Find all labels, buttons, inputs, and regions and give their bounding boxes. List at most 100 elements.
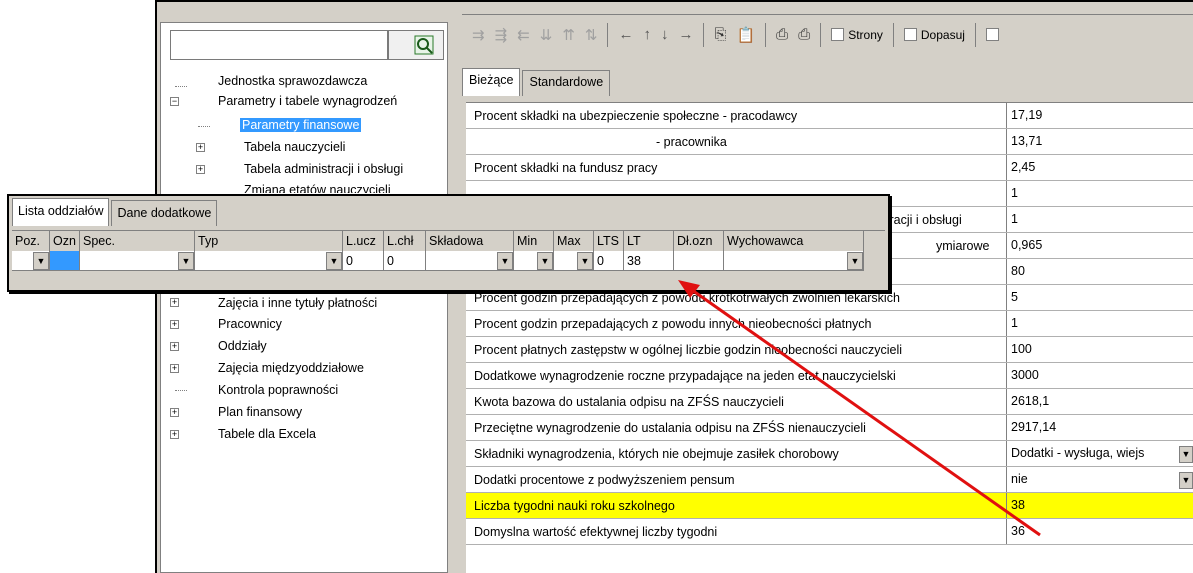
tab-standardowe[interactable]: Standardowe (522, 70, 611, 96)
row-value[interactable]: 0,965 (1006, 233, 1193, 258)
cell-lts[interactable]: 0 (594, 251, 624, 271)
expand-icon[interactable]: + (170, 408, 179, 417)
col-header-spec[interactable]: Spec. (80, 231, 195, 251)
tab-dane-dodatkowe[interactable]: Dane dodatkowe (111, 200, 218, 226)
col-header-lucz[interactable]: L.ucz (343, 231, 384, 251)
chevron-down-icon[interactable]: ▼ (537, 252, 553, 270)
dopasuj-checkbox[interactable]: Dopasuj (903, 28, 965, 42)
chevron-down-icon[interactable]: ▼ (497, 252, 513, 270)
cell-lt[interactable]: 38 (624, 251, 674, 271)
row-value[interactable]: 17,19 (1006, 103, 1193, 128)
col-header-poz[interactable]: Poz. (12, 231, 50, 251)
tree-item-parametry-tabele[interactable]: Parametry i tabele wynagrodzeń (218, 92, 397, 110)
table-row-highlighted[interactable]: Liczba tygodni nauki roku szkolnego 38 (466, 493, 1193, 519)
arrow-up-icon[interactable]: ↑ (643, 26, 651, 43)
cell-lchl[interactable]: 0 (384, 251, 426, 271)
tree-item-kontrola[interactable]: Kontrola poprawności (218, 381, 338, 399)
cell-poz[interactable]: ▼ (12, 251, 50, 271)
expand-icon[interactable]: + (170, 364, 179, 373)
expand-icon[interactable]: + (170, 430, 179, 439)
table-row[interactable]: Składniki wynagrodzenia, których nie obe… (466, 441, 1193, 467)
cell-wychowawca[interactable]: ▼ (724, 251, 864, 271)
col-header-wychowawca[interactable]: Wychowawca (724, 231, 864, 251)
table-row[interactable]: - pracownika 13,71 (466, 129, 1193, 155)
cell-ozn[interactable] (50, 251, 80, 271)
row-value[interactable]: 80 (1006, 259, 1193, 284)
row-value-dropdown[interactable]: Dodatki - wysługa, wiejs (1006, 441, 1193, 466)
table-row[interactable]: Procent składki na ubezpieczenie społecz… (466, 103, 1193, 129)
expand-icon[interactable]: + (170, 342, 179, 351)
row-value[interactable]: 1 (1006, 181, 1193, 206)
col-header-lt[interactable]: LT (624, 231, 674, 251)
paste-icon[interactable]: 📋 (736, 26, 755, 44)
row-value[interactable]: 36 (1006, 519, 1193, 544)
cell-max[interactable]: ▼ (554, 251, 594, 271)
cell-skladowa[interactable]: ▼ (426, 251, 514, 271)
table-row[interactable]: Dodatkowe wynagrodzenie roczne przypadaj… (466, 363, 1193, 389)
tree-item-tabele-excela[interactable]: Tabele dla Excela (218, 425, 316, 443)
tab-lista-oddzialow[interactable]: Lista oddziałów (12, 198, 110, 226)
tree-item-oddzialy[interactable]: Oddziały (218, 337, 267, 355)
table-row[interactable]: Przeciętne wynagrodzenie do ustalania od… (466, 415, 1193, 441)
strony-checkbox[interactable]: Strony (831, 28, 883, 42)
tree-item-plan-finansowy[interactable]: Plan finansowy (218, 403, 302, 421)
table-row[interactable]: Domyslna wartość efektywnej liczby tygod… (466, 519, 1193, 545)
table-row[interactable]: Procent płatnych zastępstw w ogólnej lic… (466, 337, 1193, 363)
row-value[interactable]: 2917,14 (1006, 415, 1193, 440)
table-row[interactable]: Procent godzin przepadających z powodu i… (466, 311, 1193, 337)
tree-item-tabela-nauczycieli[interactable]: Tabela nauczycieli (244, 138, 345, 156)
arrow-right-icon[interactable]: → (678, 26, 693, 43)
cell-lucz[interactable]: 0 (343, 251, 384, 271)
expand-icon[interactable]: + (196, 143, 205, 152)
remove-col-icon[interactable]: ⇅ (585, 26, 598, 44)
insert-row-icon[interactable]: ⇉ (472, 26, 485, 44)
tree-item-zajecia-miedzyoddzialowe[interactable]: Zajęcia międzyoddziałowe (218, 359, 364, 377)
col-header-lchl[interactable]: L.chł (384, 231, 426, 251)
row-value[interactable]: 5 (1006, 285, 1193, 310)
expand-icon[interactable]: + (170, 320, 179, 329)
tab-biezace[interactable]: Bieżące (462, 68, 521, 96)
cell-spec[interactable]: ▼ (80, 251, 195, 271)
row-value[interactable]: 1 (1006, 207, 1193, 232)
col-header-dlozn[interactable]: Dł.ozn (674, 231, 724, 251)
table-row[interactable]: Procent składki na fundusz pracy 2,45 (466, 155, 1193, 181)
chevron-down-icon[interactable]: ▼ (577, 252, 593, 270)
expand-icon[interactable]: + (196, 165, 205, 174)
arrow-left-icon[interactable]: ← (618, 26, 633, 43)
col-header-skladowa[interactable]: Składowa (426, 231, 514, 251)
chevron-down-icon[interactable]: ▼ (326, 252, 342, 270)
cell-dlozn[interactable] (674, 251, 724, 271)
copy-icon[interactable]: ⎘ (714, 26, 726, 43)
chevron-down-icon[interactable]: ▼ (178, 252, 194, 270)
insert-col-icon[interactable]: ⇊ (540, 26, 553, 44)
row-value[interactable]: 13,71 (1006, 129, 1193, 154)
row-value[interactable]: 1 (1006, 311, 1193, 336)
search-input[interactable] (170, 30, 388, 60)
table-row[interactable]: Dodatki procentowe z podwyższeniem pensu… (466, 467, 1193, 493)
col-header-min[interactable]: Min (514, 231, 554, 251)
tree-item-tabela-administracji[interactable]: Tabela administracji i obsługi (244, 160, 403, 178)
table-row[interactable]: Kwota bazowa do ustalania odpisu na ZFŚS… (466, 389, 1193, 415)
add-col-icon[interactable]: ⇈ (562, 26, 575, 44)
tree-item-jednostka[interactable]: Jednostka sprawozdawcza (218, 72, 367, 90)
row-value[interactable]: 2618,1 (1006, 389, 1193, 414)
tree-item-zajecia[interactable]: Zajęcia i inne tytuły płatności (218, 294, 377, 312)
expand-icon[interactable]: + (170, 298, 179, 307)
row-value[interactable]: 2,45 (1006, 155, 1193, 180)
tree-item-pracownicy[interactable]: Pracownicy (218, 315, 282, 333)
print-preview-icon[interactable]: ⎙ (798, 26, 810, 43)
arrow-down-icon[interactable]: ↓ (661, 26, 669, 43)
row-value[interactable]: 100 (1006, 337, 1193, 362)
row-value[interactable]: 38 (1006, 493, 1193, 518)
cell-min[interactable]: ▼ (514, 251, 554, 271)
chevron-down-icon[interactable]: ▼ (847, 252, 863, 270)
chevron-down-icon[interactable]: ▼ (33, 252, 49, 270)
row-value-dropdown[interactable]: nie (1006, 467, 1193, 492)
print-icon[interactable]: ⎙ (776, 26, 788, 43)
col-header-max[interactable]: Max (554, 231, 594, 251)
collapse-icon[interactable]: − (170, 97, 179, 106)
checkbox-icon[interactable] (985, 28, 999, 41)
remove-row-icon[interactable]: ⇇ (517, 26, 530, 44)
col-header-ozn[interactable]: Ozn (50, 231, 80, 251)
tree-item-parametry-finansowe[interactable]: Parametry finansowe (240, 118, 362, 132)
